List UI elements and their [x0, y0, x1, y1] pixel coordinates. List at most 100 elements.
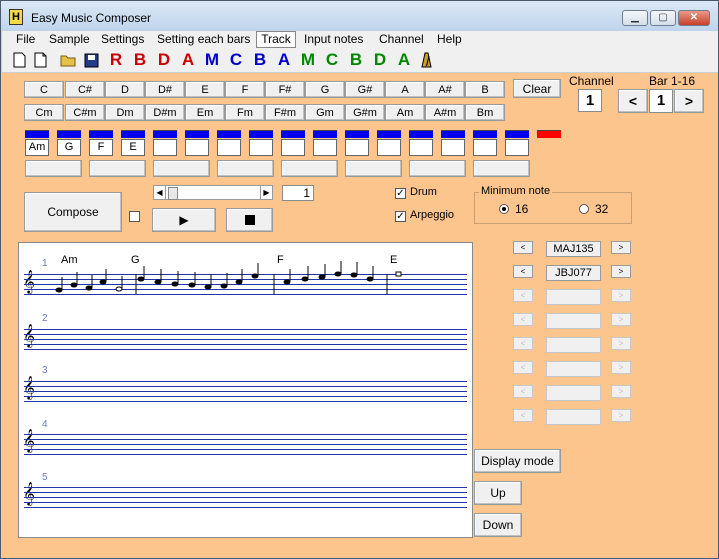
chord-c-sharp[interactable]: C#: [65, 81, 105, 98]
track-slot[interactable]: [409, 130, 433, 156]
menu-setting-each-bars[interactable]: Setting each bars: [156, 31, 251, 48]
blank-button[interactable]: [89, 160, 146, 177]
toolbar-letter-d[interactable]: D: [154, 50, 174, 70]
position-slider[interactable]: ◀ ▶: [153, 185, 273, 200]
slider-right-icon[interactable]: ▶: [260, 186, 272, 199]
position-value[interactable]: 1: [282, 185, 314, 201]
bar-value[interactable]: 1: [649, 89, 673, 113]
menu-settings[interactable]: Settings: [100, 31, 145, 48]
menu-track[interactable]: Track: [256, 31, 296, 48]
blank-button[interactable]: [473, 160, 530, 177]
chord-f-sharp[interactable]: F#: [265, 81, 305, 98]
chord-fm[interactable]: Fm: [225, 104, 265, 121]
track-slot[interactable]: [505, 130, 529, 156]
pattern-prev-button[interactable]: <: [513, 385, 533, 398]
track-slot[interactable]: [441, 130, 465, 156]
toolbar-letter-m-2[interactable]: M: [298, 50, 318, 70]
track-slot[interactable]: [281, 130, 305, 156]
track-slot[interactable]: [473, 130, 497, 156]
new-document-icon[interactable]: [34, 52, 47, 68]
metronome-icon[interactable]: [420, 52, 433, 68]
track-slot[interactable]: [313, 130, 337, 156]
blank-button[interactable]: [345, 160, 402, 177]
up-button[interactable]: Up: [474, 481, 522, 505]
chord-a-sharp[interactable]: A#: [425, 81, 465, 98]
pattern-prev-button[interactable]: <: [513, 337, 533, 350]
toolbar-letter-c[interactable]: C: [226, 50, 246, 70]
chord-cm[interactable]: Cm: [24, 104, 64, 121]
chord-dm[interactable]: Dm: [105, 104, 145, 121]
chord-f[interactable]: F: [225, 81, 265, 98]
pattern-name[interactable]: [546, 337, 601, 353]
min-note-16-radio[interactable]: [499, 204, 509, 214]
save-icon[interactable]: [84, 52, 99, 68]
channel-value[interactable]: 1: [578, 89, 602, 112]
stop-button[interactable]: [226, 208, 273, 232]
menu-input-notes[interactable]: Input notes: [303, 31, 364, 48]
toolbar-letter-a-2[interactable]: A: [274, 50, 294, 70]
pattern-next-button[interactable]: >: [611, 265, 631, 278]
pattern-name[interactable]: [546, 409, 601, 425]
play-button[interactable]: ▶: [152, 208, 216, 232]
compose-button[interactable]: Compose: [24, 192, 122, 232]
pattern-prev-button[interactable]: <: [513, 241, 533, 254]
min-note-32-radio[interactable]: [579, 204, 589, 214]
open-folder-icon[interactable]: [60, 52, 77, 68]
track-slot[interactable]: [153, 130, 177, 156]
drum-checkbox[interactable]: ✓: [395, 188, 406, 199]
slider-thumb[interactable]: [168, 187, 178, 200]
track-slot[interactable]: E: [121, 130, 145, 156]
pattern-prev-button[interactable]: <: [513, 289, 533, 302]
pattern-next-button[interactable]: >: [611, 241, 631, 254]
blank-button[interactable]: [153, 160, 210, 177]
chord-a[interactable]: A: [385, 81, 425, 98]
toolbar-letter-b-2[interactable]: B: [250, 50, 270, 70]
pattern-prev-button[interactable]: <: [513, 409, 533, 422]
bar-prev-button[interactable]: <: [618, 89, 648, 113]
pattern-name[interactable]: [546, 313, 601, 329]
bar-next-button[interactable]: >: [674, 89, 704, 113]
menu-help[interactable]: Help: [436, 31, 463, 48]
toolbar-letter-a-3[interactable]: A: [394, 50, 414, 70]
pattern-name[interactable]: JBJ077: [546, 265, 601, 281]
minimize-button[interactable]: ▁: [622, 10, 648, 26]
chord-d-sharp[interactable]: D#: [145, 81, 185, 98]
toolbar-letter-r[interactable]: R: [106, 50, 126, 70]
toolbar-letter-m[interactable]: M: [202, 50, 222, 70]
chord-am[interactable]: Am: [385, 104, 425, 121]
menu-channel[interactable]: Channel: [378, 31, 425, 48]
new-file-icon[interactable]: [13, 52, 26, 68]
track-slot[interactable]: [185, 130, 209, 156]
track-slot[interactable]: [377, 130, 401, 156]
pattern-name[interactable]: MAJ135: [546, 241, 601, 257]
chord-b[interactable]: B: [465, 81, 505, 98]
display-mode-button[interactable]: Display mode: [474, 449, 561, 473]
chord-bm[interactable]: Bm: [465, 104, 505, 121]
pattern-next-button[interactable]: >: [611, 313, 631, 326]
track-slot[interactable]: Am: [25, 130, 49, 156]
blank-button[interactable]: [409, 160, 466, 177]
toolbar-letter-b-3[interactable]: B: [346, 50, 366, 70]
track-slot[interactable]: [345, 130, 369, 156]
pattern-prev-button[interactable]: <: [513, 313, 533, 326]
chord-a-sharp-m[interactable]: A#m: [425, 104, 465, 121]
track-slot[interactable]: G: [57, 130, 81, 156]
menu-file[interactable]: File: [15, 31, 36, 48]
chord-em[interactable]: Em: [185, 104, 225, 121]
arpeggio-checkbox[interactable]: ✓: [395, 211, 406, 222]
close-button[interactable]: ✕: [678, 10, 710, 26]
pattern-name[interactable]: [546, 385, 601, 401]
clear-button[interactable]: Clear: [513, 79, 561, 98]
track-slot[interactable]: F: [89, 130, 113, 156]
toolbar-letter-a[interactable]: A: [178, 50, 198, 70]
pattern-prev-button[interactable]: <: [513, 361, 533, 374]
chord-f-sharp-m[interactable]: F#m: [265, 104, 305, 121]
blank-button[interactable]: [281, 160, 338, 177]
score-view[interactable]: 1 𝄞 Am G F E 2 𝄞 3 𝄞 4 𝄞 5 𝄞: [18, 242, 473, 538]
chord-e[interactable]: E: [185, 81, 225, 98]
toolbar-letter-b[interactable]: B: [130, 50, 150, 70]
toolbar-letter-c-2[interactable]: C: [322, 50, 342, 70]
chord-gm[interactable]: Gm: [305, 104, 345, 121]
pattern-next-button[interactable]: >: [611, 409, 631, 422]
compose-checkbox[interactable]: [129, 211, 140, 222]
